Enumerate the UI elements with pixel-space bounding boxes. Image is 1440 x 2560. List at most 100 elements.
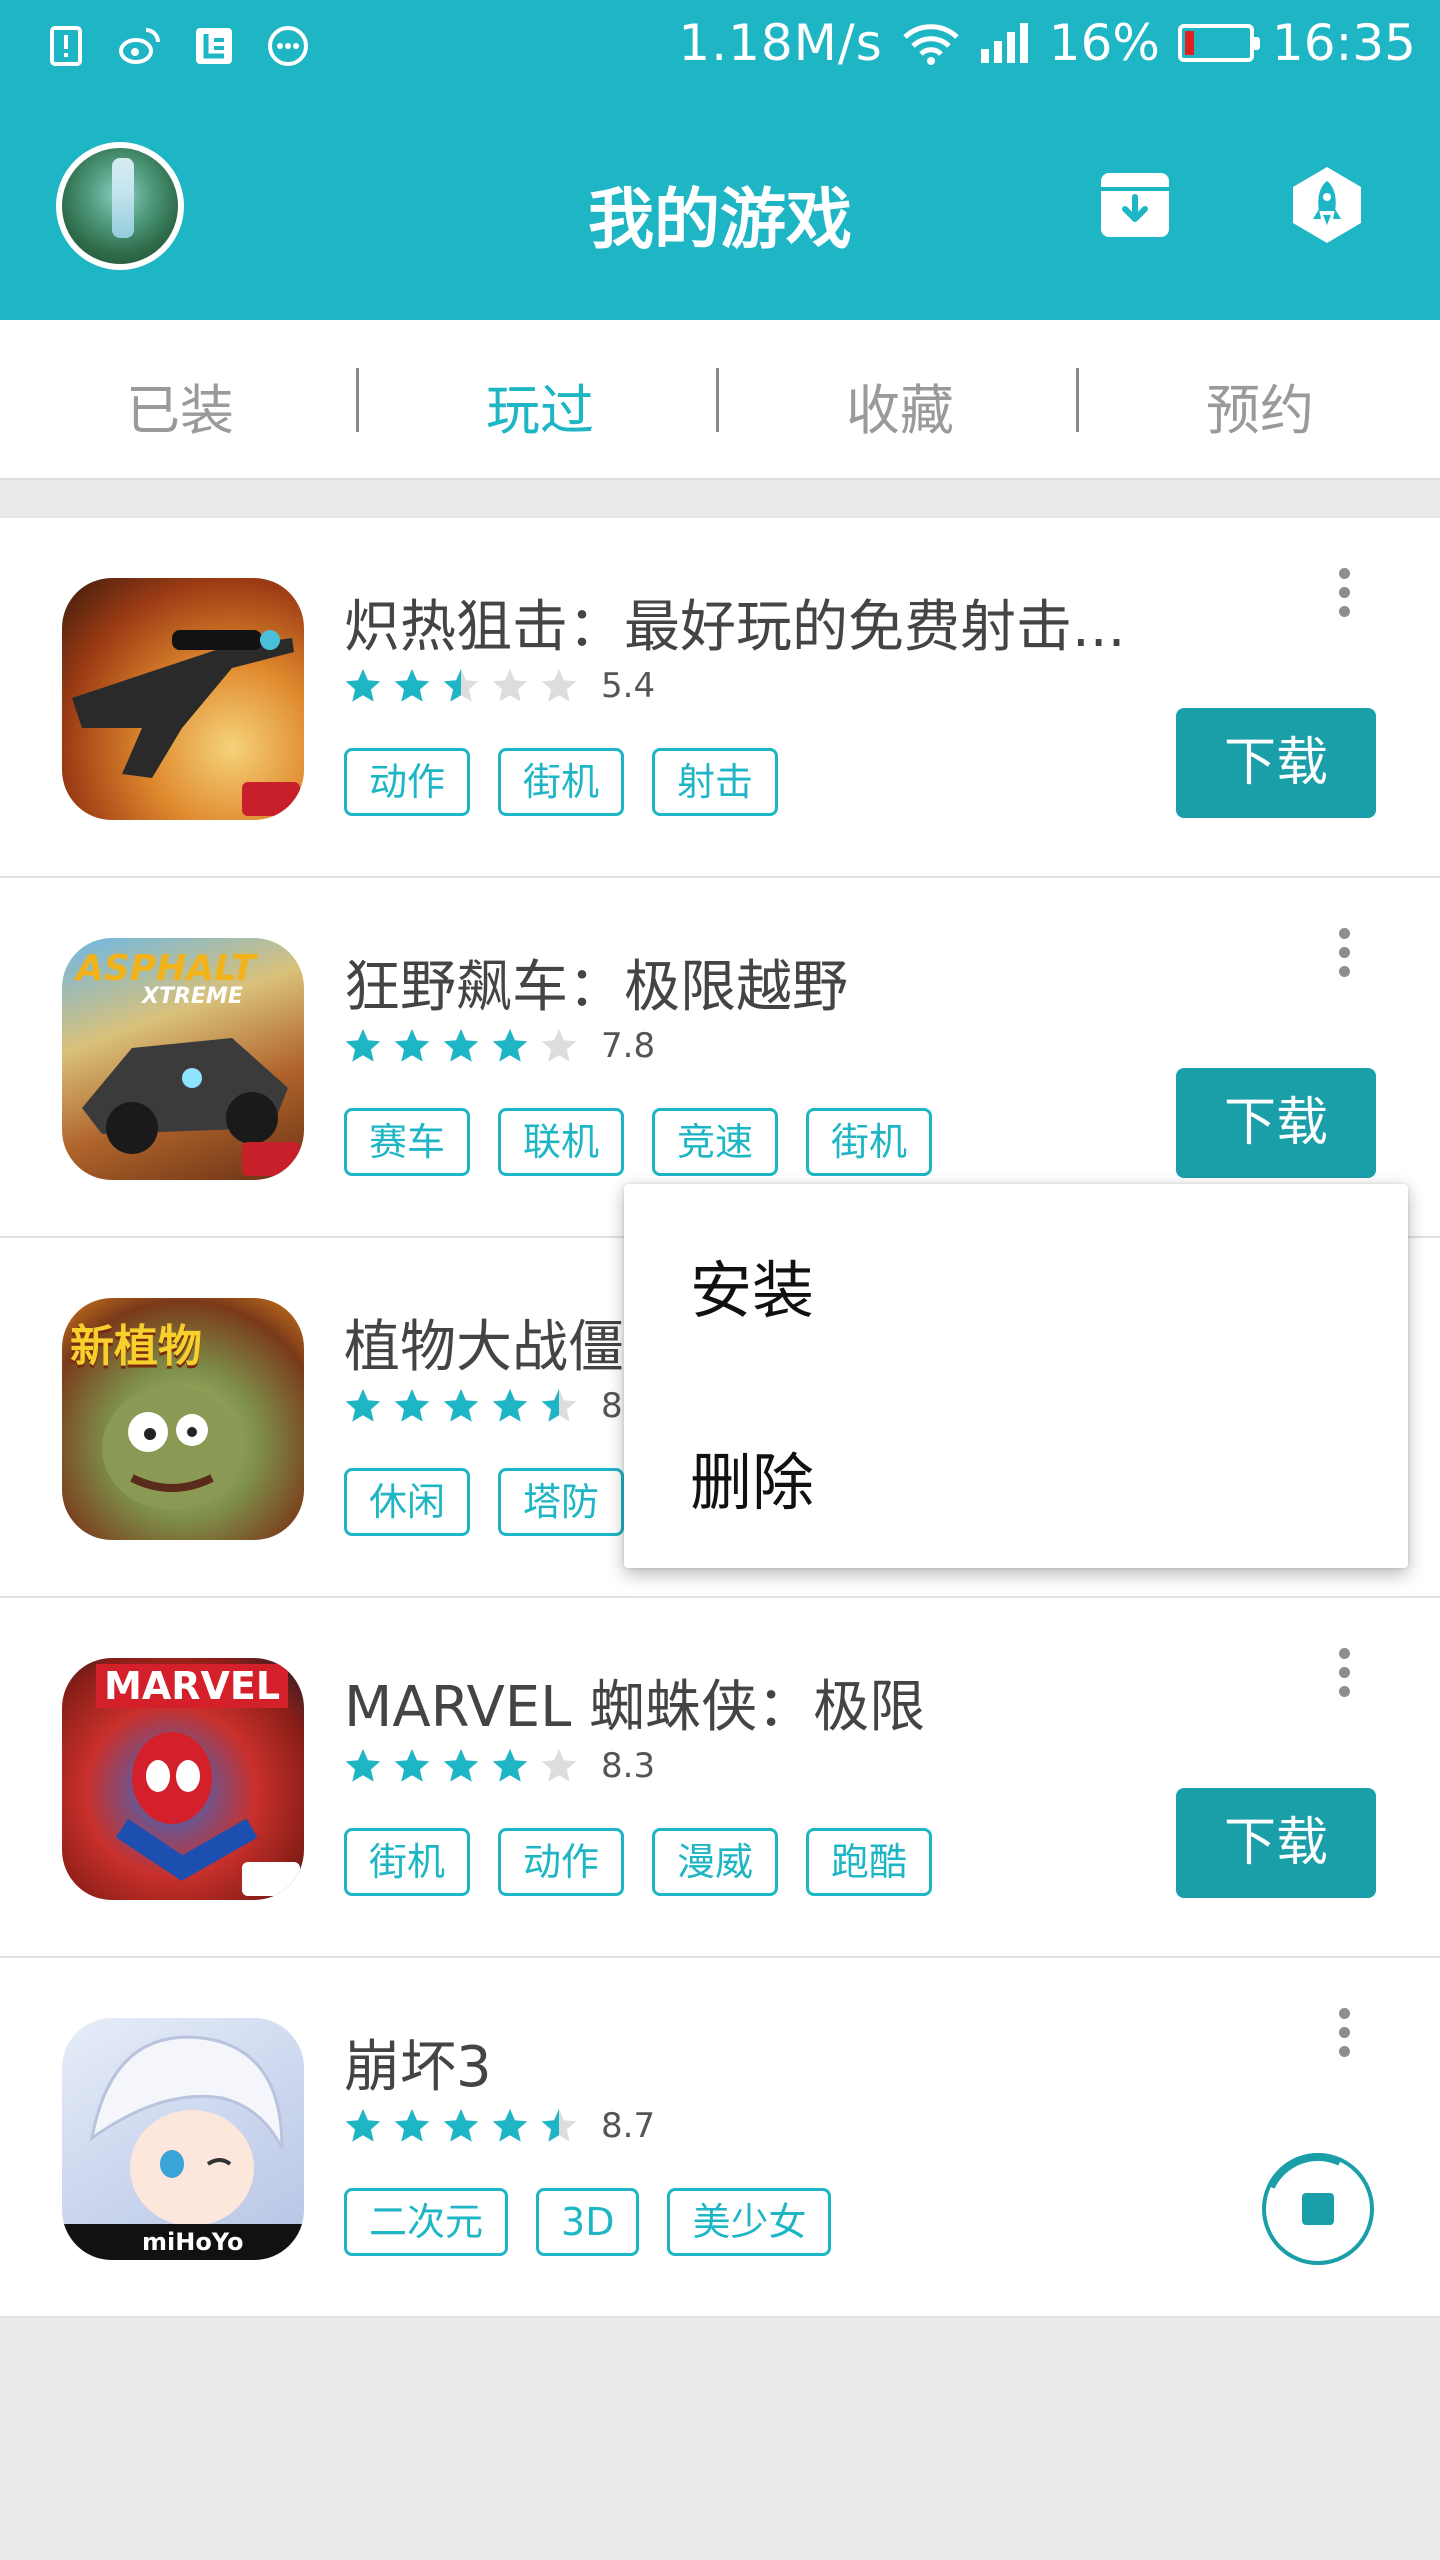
- game-title: 炽热狙击：最好玩的免费射击...: [344, 595, 1126, 660]
- car-art: [82, 1038, 300, 1176]
- star-filled-icon: [393, 2107, 431, 2145]
- game-tag[interactable]: 赛车: [344, 1108, 471, 1176]
- game-tag[interactable]: 塔防: [498, 1468, 625, 1536]
- wifi-icon: [903, 24, 959, 65]
- star-filled-icon: [491, 1027, 529, 1065]
- speedup-button[interactable]: [1282, 160, 1372, 250]
- download-button[interactable]: 下载: [1176, 708, 1376, 818]
- star-filled-icon: [393, 1027, 431, 1065]
- download-button[interactable]: 下载: [1176, 1068, 1376, 1178]
- star-filled-icon: [344, 1387, 382, 1425]
- game-icon-asphalt[interactable]: ASPHALT XTREME: [62, 938, 304, 1180]
- star-empty-icon: [540, 667, 578, 705]
- game-art-title: miHoYo: [142, 2228, 244, 2256]
- status-bar: 1.18M/s 16% 16:35: [0, 0, 1440, 96]
- tab-favorites[interactable]: 收藏: [720, 366, 1080, 445]
- star-half-icon: [442, 667, 480, 705]
- anime-girl-art: [62, 2035, 304, 2260]
- game-icon-pvz[interactable]: 新植物: [62, 1298, 304, 1540]
- rating-score: 7.8: [601, 1026, 656, 1066]
- star-filled-icon: [442, 1747, 480, 1785]
- game-tag[interactable]: 动作: [498, 1828, 625, 1896]
- game-row[interactable]: 炽热狙击：最好玩的免费射击... 5.4 动作 街机 射击 下载: [0, 518, 1440, 878]
- menu-item-delete[interactable]: 删除: [690, 1432, 814, 1522]
- tab-divider: [356, 368, 359, 432]
- game-tags: 赛车 联机 竞速 街机: [344, 1108, 933, 1176]
- star-filled-icon: [442, 1027, 480, 1065]
- star-empty-icon: [491, 667, 529, 705]
- stop-icon: [1302, 2193, 1334, 2225]
- top-header: 1.18M/s 16% 16:35 我的游戏: [0, 0, 1440, 320]
- zombie-art: [102, 1386, 242, 1510]
- game-tags: 二次元 3D 美少女: [344, 2188, 832, 2256]
- game-tag[interactable]: 美少女: [667, 2188, 832, 2256]
- game-tag[interactable]: 休闲: [344, 1468, 471, 1536]
- weibo-icon: [119, 28, 160, 64]
- star-filled-icon: [491, 1387, 529, 1425]
- game-tag[interactable]: 街机: [498, 748, 625, 816]
- rating-stars: 5.4: [344, 666, 655, 706]
- status-system: 1.18M/s 16% 16:35: [678, 14, 1416, 72]
- clock: 16:35: [1271, 14, 1416, 72]
- signal-icon: [980, 23, 1028, 63]
- network-speed: 1.18M/s: [678, 14, 883, 72]
- game-tag[interactable]: 街机: [344, 1828, 471, 1896]
- star-filled-icon: [442, 1387, 480, 1425]
- game-icon-honkai[interactable]: miHoYo: [62, 2018, 304, 2260]
- more-options-icon[interactable]: [1324, 2004, 1364, 2074]
- tab-reservations[interactable]: 预约: [1080, 366, 1440, 445]
- game-tag[interactable]: 二次元: [344, 2188, 509, 2256]
- rating-stars: 8.7: [344, 2106, 655, 2146]
- star-filled-icon: [442, 2107, 480, 2145]
- more-options-icon[interactable]: [1324, 564, 1364, 634]
- star-empty-icon: [540, 1027, 578, 1065]
- star-filled-icon: [344, 1747, 382, 1785]
- game-tag[interactable]: 3D: [536, 2188, 640, 2256]
- game-tag[interactable]: 竞速: [652, 1108, 779, 1176]
- game-icon-spiderman[interactable]: MARVEL: [62, 1658, 304, 1900]
- sim-alert-icon: [50, 26, 82, 66]
- more-options-icon[interactable]: [1324, 1644, 1364, 1714]
- star-empty-icon: [540, 1747, 578, 1785]
- game-tags: 街机 动作 漫威 跑酷: [344, 1828, 933, 1896]
- battery-icon: [1177, 24, 1260, 62]
- star-half-icon: [540, 2107, 578, 2145]
- battery-percent: 16%: [1048, 14, 1160, 72]
- tab-installed[interactable]: 已装: [0, 366, 360, 445]
- download-button[interactable]: 下载: [1176, 1788, 1376, 1898]
- star-filled-icon: [344, 1027, 382, 1065]
- game-tag[interactable]: 漫威: [652, 1828, 779, 1896]
- rating-stars: 7.8: [344, 1026, 655, 1066]
- game-tags: 休闲 塔防: [344, 1468, 625, 1536]
- game-tag[interactable]: 动作: [344, 748, 471, 816]
- rating-score: 5.4: [601, 666, 656, 706]
- game-tag[interactable]: 街机: [806, 1108, 933, 1176]
- star-filled-icon: [393, 667, 431, 705]
- download-manager-button[interactable]: [1090, 160, 1180, 250]
- spiderman-art: [115, 1732, 300, 1896]
- game-icon-sniper[interactable]: [62, 578, 304, 820]
- game-tag[interactable]: 射击: [652, 748, 779, 816]
- tab-divider: [1076, 368, 1079, 432]
- menu-item-install[interactable]: 安装: [690, 1240, 814, 1330]
- rifle-art: [72, 630, 300, 816]
- download-manager-icon: [1101, 173, 1169, 237]
- tab-bar: 已装 玩过 收藏 预约: [0, 320, 1440, 480]
- more-options-icon[interactable]: [1324, 924, 1364, 994]
- app-bar: 我的游戏: [0, 96, 1440, 320]
- rating-stars: 8.: [344, 1386, 633, 1426]
- pause-download-button[interactable]: [1246, 2137, 1390, 2281]
- context-menu: 安装 删除: [624, 1184, 1408, 1568]
- game-row[interactable]: miHoYo 崩坏3 8.7 二次元 3D 美少女: [0, 1958, 1440, 2318]
- star-filled-icon: [491, 2107, 529, 2145]
- game-tag[interactable]: 联机: [498, 1108, 625, 1176]
- more-dots-icon: [268, 26, 308, 66]
- game-title: MARVEL 蜘蛛侠：极限: [344, 1675, 926, 1740]
- game-title: 崩坏3: [344, 2035, 492, 2100]
- game-tag[interactable]: 跑酷: [806, 1828, 933, 1896]
- tab-played[interactable]: 玩过: [360, 366, 720, 445]
- star-filled-icon: [344, 2107, 382, 2145]
- star-filled-icon: [491, 1747, 529, 1785]
- game-row[interactable]: MARVEL MARVEL 蜘蛛侠：极限 8.3 街机 动作 漫威 跑酷 下载: [0, 1598, 1440, 1958]
- rocket-icon: [1293, 167, 1361, 243]
